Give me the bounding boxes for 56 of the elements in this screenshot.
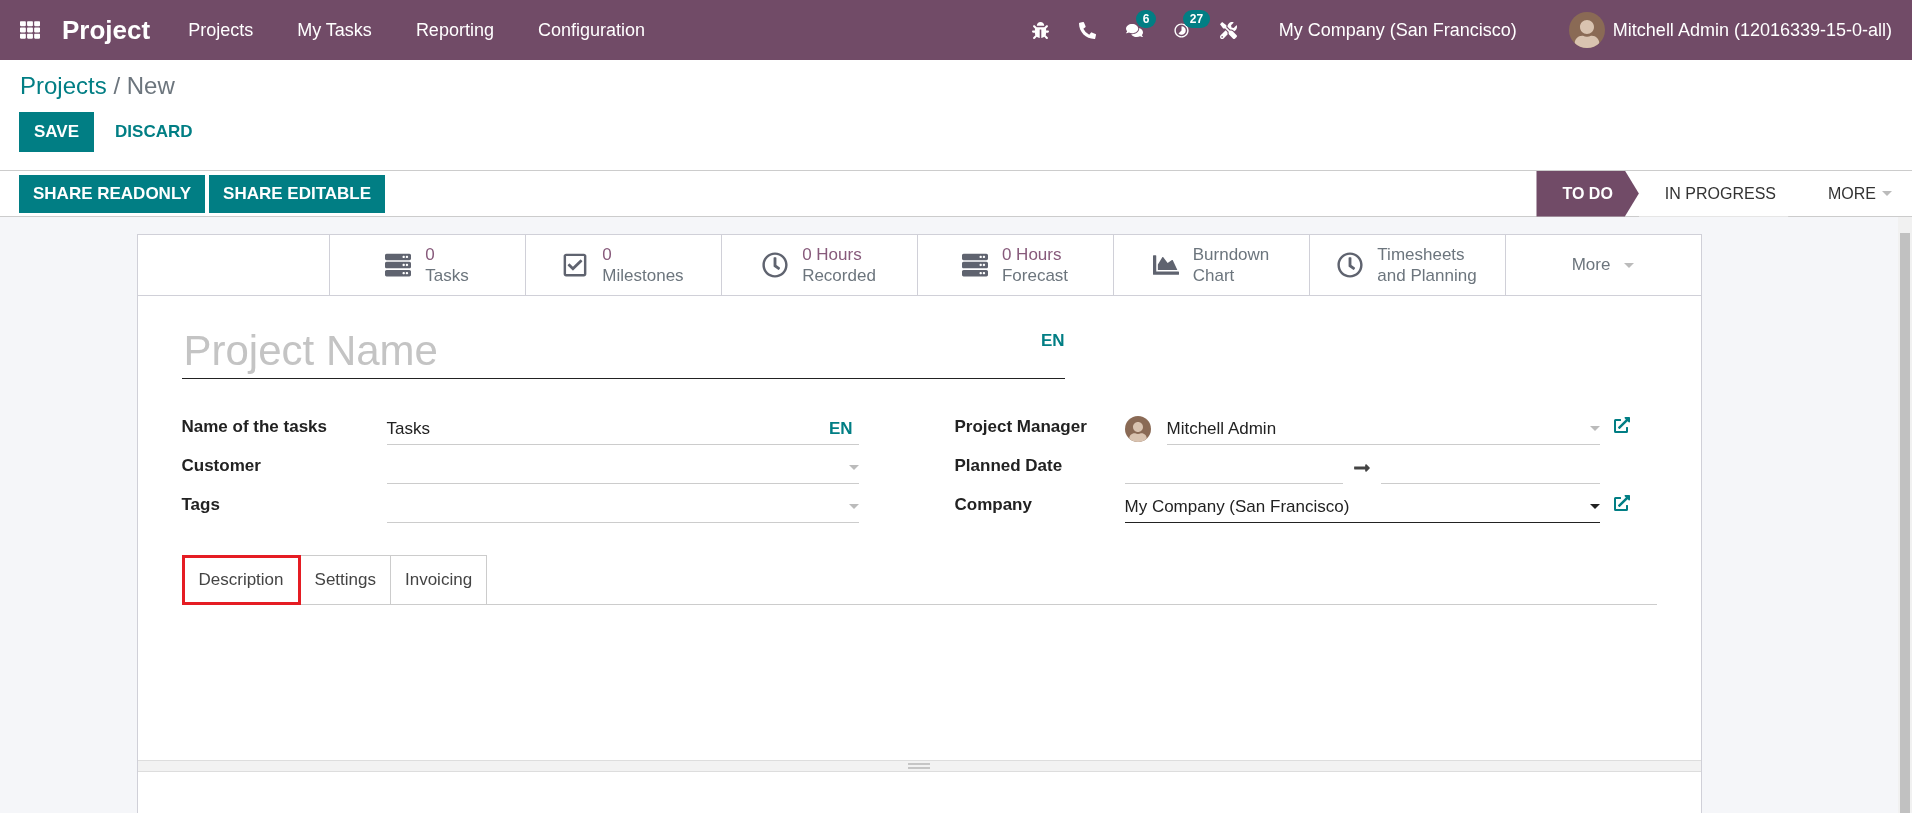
field-label: Tags — [181, 495, 221, 516]
discard-button[interactable]: DISCARD — [100, 112, 208, 152]
language-button[interactable]: EN — [1040, 331, 1065, 351]
count-badge: 6 — [1135, 9, 1157, 28]
breadcrumb-current: New — [126, 72, 175, 99]
stage-button[interactable]: TO DO — [1536, 170, 1639, 217]
field-label: Company — [954, 495, 1033, 516]
list-icon — [385, 252, 412, 278]
clock-icon — [1337, 252, 1364, 278]
caret-icon — [1624, 262, 1635, 268]
avatar-icon — [1568, 12, 1605, 48]
resize-handle[interactable] — [137, 760, 1701, 772]
select-field[interactable]: My Company (San Francisco) — [1124, 491, 1600, 523]
field-label: Customer — [181, 456, 262, 477]
clock-icon — [762, 252, 789, 278]
external-link-icon[interactable] — [1613, 417, 1630, 433]
menu-item[interactable]: My Tasks — [297, 19, 372, 41]
save-button[interactable]: SAVE — [19, 112, 95, 152]
menu-item[interactable]: Configuration — [537, 19, 645, 41]
tab[interactable]: Invoicing — [391, 555, 488, 605]
breadcrumb-separator: / — [113, 72, 121, 99]
select-field[interactable]: Mitchell Admin — [1166, 413, 1600, 445]
user-menu[interactable]: Mitchell Admin (12016339-15-0-all) — [1612, 19, 1892, 41]
phone-icon[interactable] — [1078, 21, 1096, 39]
avatar-icon — [1124, 416, 1151, 442]
share-button[interactable]: SHARE READONLY — [19, 174, 206, 213]
menu-item[interactable]: Projects — [188, 19, 254, 41]
apps-menu-icon[interactable] — [20, 20, 40, 40]
app-name[interactable]: Project — [62, 14, 151, 46]
activity-icon[interactable] — [1172, 21, 1190, 39]
bug-icon[interactable] — [1031, 21, 1049, 39]
menu-item[interactable]: Reporting — [415, 19, 494, 41]
tab[interactable]: Description — [181, 555, 301, 605]
tools-icon[interactable] — [1219, 21, 1237, 39]
company-switcher[interactable]: My Company (San Francisco) — [1278, 19, 1517, 41]
tab[interactable]: Settings — [300, 555, 391, 605]
list-icon — [961, 252, 988, 278]
share-button[interactable]: SHARE EDITABLE — [209, 174, 386, 213]
area-chart-icon — [1152, 252, 1179, 278]
field-label: Planned Date — [954, 456, 1064, 477]
caret-icon — [1589, 426, 1600, 431]
caret-icon — [1589, 504, 1600, 509]
caret-icon — [848, 504, 859, 509]
count-badge: 27 — [1182, 9, 1211, 28]
field-label: Name of the tasks — [181, 417, 328, 438]
more-stages-button[interactable]: MORE — [1802, 184, 1912, 203]
scrollbar[interactable] — [1898, 217, 1912, 813]
text-field[interactable]: Tasks EN — [386, 413, 859, 445]
breadcrumb-link[interactable]: Projects — [20, 72, 107, 99]
checkbox-icon — [562, 252, 589, 278]
field-label: Project Manager — [954, 417, 1088, 438]
language-button[interactable]: EN — [828, 418, 853, 439]
caret-icon — [1882, 191, 1892, 196]
caret-icon — [848, 465, 859, 470]
external-link-icon[interactable] — [1613, 495, 1630, 511]
chat-icon[interactable] — [1125, 21, 1143, 39]
